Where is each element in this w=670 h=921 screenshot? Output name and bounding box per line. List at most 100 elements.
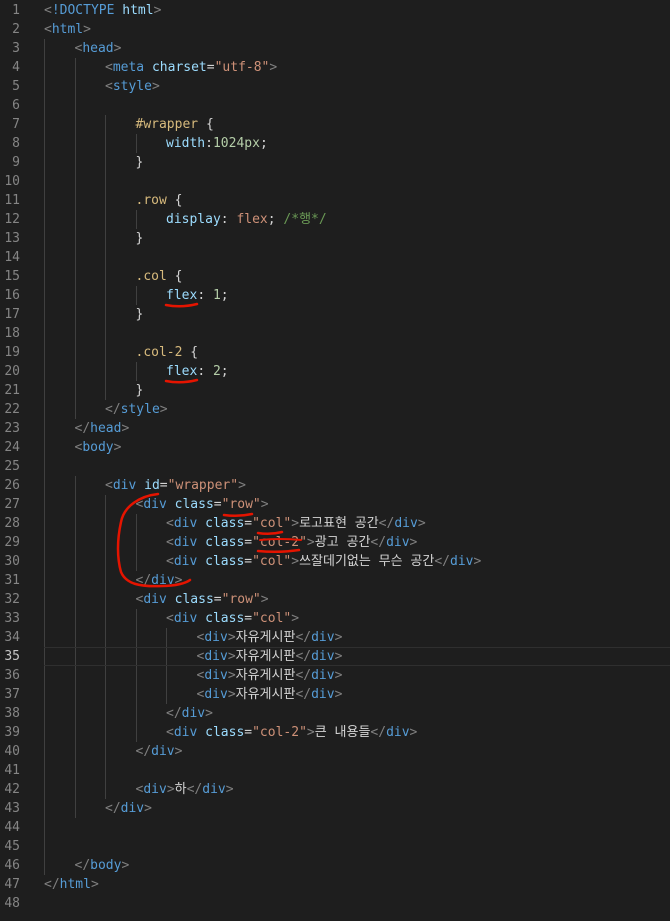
line-code[interactable]: <!DOCTYPE html> bbox=[44, 1, 161, 20]
code-line[interactable]: 14 bbox=[0, 248, 670, 267]
code-line[interactable]: 19 .col-2 { bbox=[0, 343, 670, 362]
line-code[interactable]: <style> bbox=[105, 77, 160, 96]
code-line[interactable]: 13} bbox=[0, 229, 670, 248]
line-code[interactable]: <div>하</div> bbox=[136, 780, 234, 799]
line-code[interactable]: <div class="row"> bbox=[136, 495, 269, 514]
code-line[interactable]: 47 </html> bbox=[0, 875, 670, 894]
code-line[interactable]: 39 <div class="col-2">큰 내용들</div> bbox=[0, 723, 670, 742]
line-code[interactable]: flex: 1; bbox=[166, 286, 229, 305]
token-punc: > bbox=[227, 630, 236, 645]
line-code[interactable]: <div class="col-2">광고 공간</div> bbox=[166, 533, 417, 552]
code-line[interactable]: 16 flex: 1; bbox=[0, 286, 670, 305]
code-line[interactable]: 28 <div class="col">로고표현 공간</div> bbox=[0, 514, 670, 533]
code-line[interactable]: 5 <style> bbox=[0, 77, 670, 96]
code-line[interactable]: 7 #wrapper { bbox=[0, 115, 670, 134]
token-attr: class bbox=[205, 611, 245, 626]
line-code[interactable]: </div> bbox=[105, 799, 152, 818]
code-line[interactable]: 6 bbox=[0, 96, 670, 115]
code-line[interactable]: 46 </body> bbox=[0, 856, 670, 875]
line-code[interactable]: width:1024px; bbox=[166, 134, 268, 153]
token-punc: < bbox=[166, 535, 174, 550]
code-line[interactable]: 2 <html> bbox=[0, 20, 670, 39]
line-code[interactable]: <div>자유게시판</div> bbox=[197, 628, 343, 647]
code-line[interactable]: 34 <div>자유게시판</div> bbox=[0, 628, 670, 647]
code-line[interactable]: 3 <head> bbox=[0, 39, 670, 58]
code-line[interactable]: 38 </div> bbox=[0, 704, 670, 723]
line-number: 10 bbox=[4, 174, 20, 189]
token-punc: </ bbox=[295, 630, 312, 645]
token-punc: > bbox=[151, 79, 160, 94]
line-code[interactable]: .row { bbox=[136, 191, 183, 210]
code-line[interactable]: 41 bbox=[0, 761, 670, 780]
line-code[interactable]: </div> bbox=[136, 742, 183, 761]
code-line[interactable]: 24 <body> bbox=[0, 438, 670, 457]
code-line[interactable]: 11 .row { bbox=[0, 191, 670, 210]
line-code[interactable]: </style> bbox=[105, 400, 168, 419]
line-code[interactable]: <html> bbox=[44, 20, 91, 39]
code-line[interactable]: 30 <div class="col">쓰잘데기없는 무슨 공간</div> bbox=[0, 552, 670, 571]
line-code[interactable]: <div class="col-2">큰 내용들</div> bbox=[166, 723, 417, 742]
line-code[interactable]: <meta charset="utf-8"> bbox=[105, 58, 277, 77]
code-line[interactable]: 25 bbox=[0, 457, 670, 476]
line-code[interactable]: <head> bbox=[75, 39, 122, 58]
line-code[interactable]: </head> bbox=[75, 419, 130, 438]
code-line[interactable]: 40 </div> bbox=[0, 742, 670, 761]
code-line[interactable]: 4 <meta charset="utf-8"> bbox=[0, 58, 670, 77]
line-code[interactable]: display: flex; /*행*/ bbox=[166, 210, 327, 229]
code-line[interactable]: 36 <div>자유게시판</div> bbox=[0, 666, 670, 685]
line-code[interactable]: } bbox=[136, 153, 144, 172]
code-editor[interactable]: 1 <!DOCTYPE html> 2 <html> 3 <head> 4 <meta cha… bbox=[0, 0, 670, 921]
code-line[interactable]: 48 bbox=[0, 894, 670, 913]
code-line[interactable]: 35 <div>자유게시판</div> bbox=[0, 647, 670, 666]
code-line[interactable]: 43 </div> bbox=[0, 799, 670, 818]
token-punc: > bbox=[291, 516, 300, 531]
line-code[interactable]: </body> bbox=[75, 856, 130, 875]
code-line[interactable]: 22 </style> bbox=[0, 400, 670, 419]
line-number: 17 bbox=[4, 307, 20, 322]
line-code[interactable]: } bbox=[136, 305, 144, 324]
line-code[interactable]: <div id="wrapper"> bbox=[105, 476, 246, 495]
line-code[interactable]: <div>자유게시판</div> bbox=[197, 666, 343, 685]
code-line[interactable]: 8 width:1024px; bbox=[0, 134, 670, 153]
line-code[interactable]: } bbox=[136, 381, 144, 400]
line-code[interactable]: <div>자유게시판</div> bbox=[197, 647, 343, 666]
code-line[interactable]: 10 bbox=[0, 172, 670, 191]
line-code[interactable]: flex: 2; bbox=[166, 362, 229, 381]
line-code[interactable]: <div>자유게시판</div> bbox=[197, 685, 343, 704]
code-line[interactable]: 31 </div> bbox=[0, 571, 670, 590]
line-code[interactable]: <div class="row"> bbox=[136, 590, 269, 609]
token-punc: > bbox=[144, 801, 152, 816]
line-code[interactable]: .col-2 { bbox=[136, 343, 199, 362]
code-line[interactable]: 17} bbox=[0, 305, 670, 324]
code-line[interactable]: 29 <div class="col-2">광고 공간</div> bbox=[0, 533, 670, 552]
code-line[interactable]: 37 <div>자유게시판</div> bbox=[0, 685, 670, 704]
code-line[interactable]: 1 <!DOCTYPE html> bbox=[0, 1, 670, 20]
line-code[interactable]: </div> bbox=[136, 571, 183, 590]
code-line[interactable]: 42 <div>하</div> bbox=[0, 780, 670, 799]
code-line[interactable]: 18 bbox=[0, 324, 670, 343]
line-code[interactable]: } bbox=[136, 229, 144, 248]
line-code[interactable]: .col { bbox=[136, 267, 183, 286]
line-code[interactable]: <div class="col">로고표현 공간</div> bbox=[166, 514, 426, 533]
token-text: 자유게시판 bbox=[235, 649, 296, 664]
code-line[interactable]: 9} bbox=[0, 153, 670, 172]
code-line[interactable]: 23 </head> bbox=[0, 419, 670, 438]
code-line[interactable]: 32 <div class="row"> bbox=[0, 590, 670, 609]
line-code[interactable]: <body> bbox=[75, 438, 122, 457]
code-line[interactable]: 45 bbox=[0, 837, 670, 856]
code-line[interactable]: 21} bbox=[0, 381, 670, 400]
line-code[interactable]: </html> bbox=[44, 875, 99, 894]
line-code[interactable]: <div class="col"> bbox=[166, 609, 299, 628]
line-code[interactable]: <div class="col">쓰잘데기없는 무슨 공간</div> bbox=[166, 552, 481, 571]
code-line[interactable]: 15 .col { bbox=[0, 267, 670, 286]
code-line[interactable]: 26 <div id="wrapper"> bbox=[0, 476, 670, 495]
code-line[interactable]: 33 <div class="col"> bbox=[0, 609, 670, 628]
code-line[interactable]: 12 display: flex; /*행*/ bbox=[0, 210, 670, 229]
token-text: 하 bbox=[174, 782, 187, 797]
line-code[interactable]: </div> bbox=[166, 704, 213, 723]
code-line[interactable]: 27 <div class="row"> bbox=[0, 495, 670, 514]
code-line[interactable]: 20 flex: 2; bbox=[0, 362, 670, 381]
line-code[interactable]: #wrapper { bbox=[136, 115, 214, 134]
code-line[interactable]: 44 bbox=[0, 818, 670, 837]
